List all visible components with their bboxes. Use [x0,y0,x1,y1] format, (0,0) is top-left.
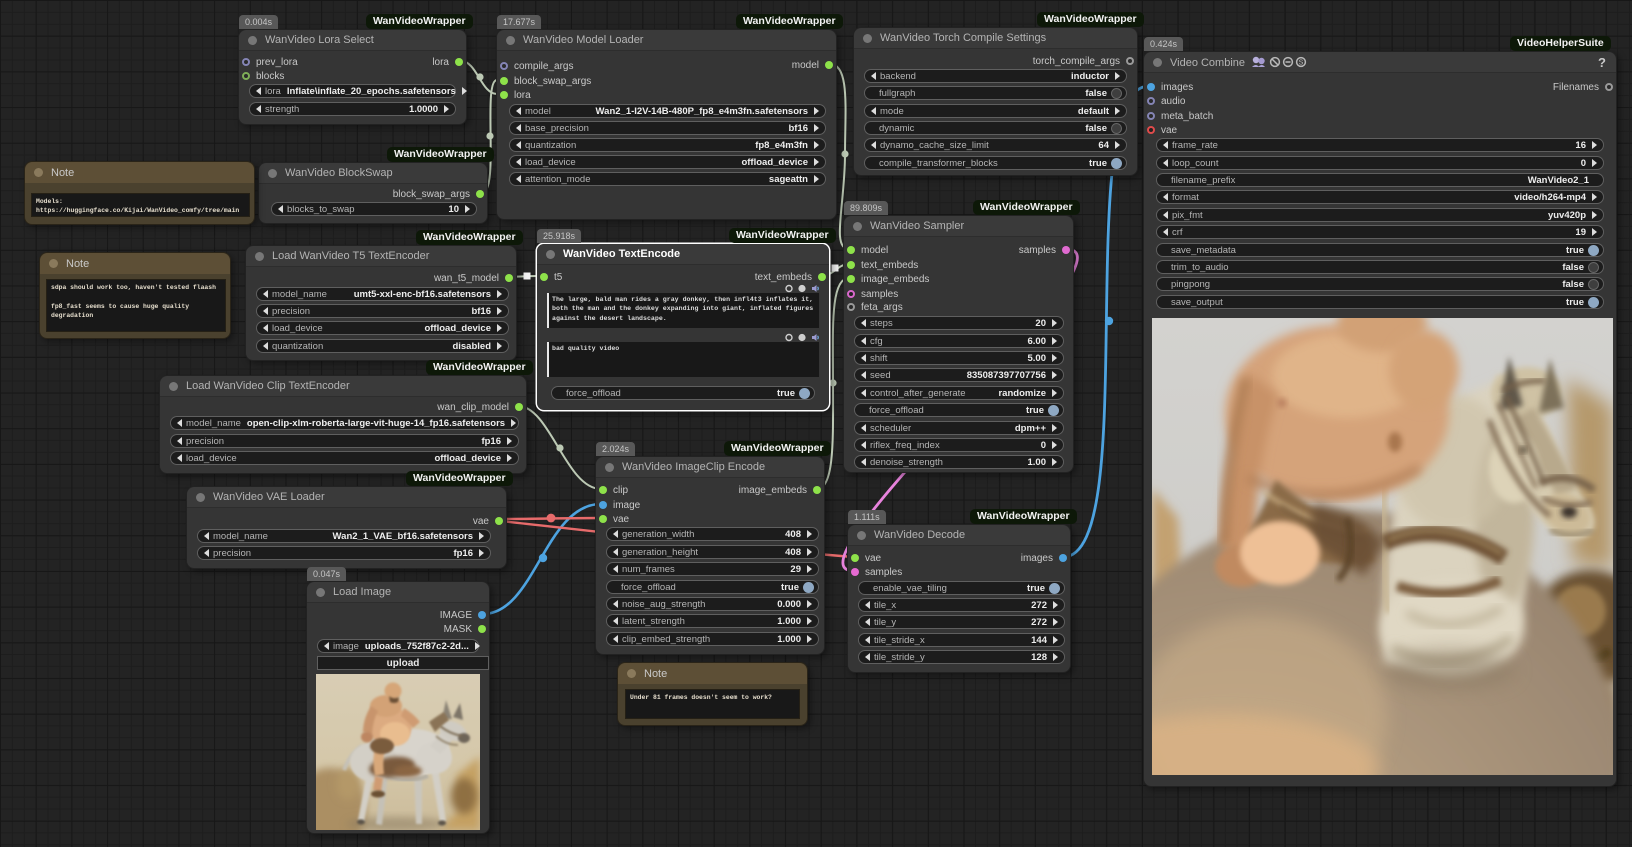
svg-text:S: S [1299,59,1304,66]
